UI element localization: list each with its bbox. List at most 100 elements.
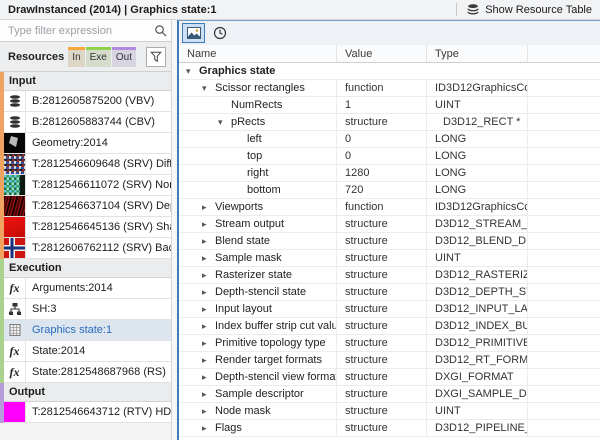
sidebar-item[interactable]: T:2812546637104 (SRV) DepthRT [4,196,171,217]
sidebar-item[interactable]: T:2812606762112 (SRV) Backgrou... [4,238,171,259]
buffer-icon [8,115,22,129]
filter-funnel-button[interactable] [146,47,166,67]
expander-icon[interactable]: ▸ [202,352,215,368]
show-resource-table-button[interactable]: Show Resource Table [466,3,592,16]
diffusert-thumbnail-icon [4,154,25,174]
toggle-out[interactable]: Out [112,47,136,67]
filler-cell [527,369,600,385]
sidebar-item-label: T:2812546645136 (SRV) ShadowPa... [26,217,171,237]
value-cell: structure [336,335,426,351]
sidebar-item-label: SH:3 [26,299,171,319]
type-cell: D3D12_BLEND_DESC [426,233,527,249]
sidebar-item[interactable]: T:2812546609648 (SRV) DiffuseRT [4,154,171,175]
name-cell: right [179,165,336,181]
type-cell: D3D12_INDEX_BUFFE... [426,318,527,334]
funnel-icon [150,51,162,63]
expander-icon[interactable]: ▸ [202,233,215,249]
row-name: Blend state [215,235,270,247]
expander-icon[interactable]: ▸ [202,335,215,351]
sidebar-item[interactable]: fxState:2812548687968 (RS) [4,362,171,383]
table-row[interactable]: ▸Primitive topology type structureD3D12_P… [179,335,600,352]
expander-icon[interactable]: ▾ [218,114,231,130]
table-row[interactable]: ▸Node maskstructureUINT [179,403,600,420]
row-name: Primitive topology type [215,337,326,349]
sidebar-item[interactable]: T:2812546643712 (RTV) HDRRT [4,402,171,423]
sidebar-item[interactable]: Graphics state:1 [4,320,171,341]
table-row[interactable]: ▾Scissor rectanglesfunctionID3D12Graphic… [179,80,600,97]
row-name: Rasterizer state [215,269,292,281]
table-row[interactable]: ▸Index buffer strip cut valuestructureD3… [179,318,600,335]
table-row[interactable]: ▸FlagsstructureD3D12_PIPELINE_STA... [179,420,600,437]
filler-cell [527,199,600,215]
table-row[interactable]: ▸Rasterizer statestructureD3D12_RASTERIZ… [179,267,600,284]
expander-icon[interactable]: ▸ [202,199,215,215]
image-view-button[interactable] [182,23,205,43]
expander-icon[interactable]: ▾ [186,63,199,79]
sidebar-item[interactable]: SH:3 [4,299,171,320]
sidebar-item[interactable]: B:2812605875200 (VBV) [4,91,171,112]
table-row[interactable]: ▾pRectsstructureD3D12_RECT * [179,114,600,131]
table-row[interactable]: right1280LONG [179,165,600,182]
expander-icon[interactable]: ▸ [202,318,215,334]
table-row[interactable]: ▸Render target formatsstructureD3D12_RT_… [179,352,600,369]
sidebar-item-label: T:2812546609648 (SRV) DiffuseRT [26,154,171,174]
toggle-exe[interactable]: Exe [86,47,111,67]
table-row[interactable]: left0LONG [179,131,600,148]
table-row[interactable]: top0LONG [179,148,600,165]
value-cell: structure [336,318,426,334]
sidebar-item[interactable]: T:2812546611072 (SRV) NormalsRT [4,175,171,196]
table-row[interactable]: ▸Depth-stencil statestructureD3D12_DEPTH… [179,284,600,301]
row-name: Depth-stencil state [215,286,306,298]
sidebar-sections: InputB:2812605875200 (VBV)B:281260588374… [0,72,171,423]
table-row[interactable]: NumRects1UINT [179,97,600,114]
sidebar-item[interactable]: T:2812546645136 (SRV) ShadowPa... [4,217,171,238]
expander-icon[interactable]: ▸ [202,216,215,232]
expander-icon[interactable]: ▸ [202,369,215,385]
row-name: Graphics state [199,65,275,77]
table-row[interactable]: ▸Stream outputstructureD3D12_STREAM_OU..… [179,216,600,233]
expander-icon[interactable]: ▾ [202,80,215,96]
resources-sidebar: Resources InExeOut InputB:2812605875200 … [0,20,177,440]
expander-icon[interactable]: ▸ [202,267,215,283]
type-cell: D3D12_INPUT_LAYO... [426,301,527,317]
table-row[interactable]: ▸Input layoutstructureD3D12_INPUT_LAYO..… [179,301,600,318]
column-header-name[interactable]: Name [179,45,336,62]
type-cell: D3D12_PRIMITIVE_T... [426,335,527,351]
table-row[interactable]: ▸Blend statestructureD3D12_BLEND_DESC [179,233,600,250]
table-row[interactable]: ▸Depth-stencil view formatstructureDXGI_… [179,369,600,386]
history-view-button[interactable] [208,23,231,43]
row-name: Node mask [215,405,271,417]
row-name: bottom [247,184,281,196]
table-row[interactable]: ▾Graphics state [179,63,600,80]
column-header-type[interactable]: Type [426,45,527,62]
type-cell: D3D12_RASTERIZER_... [426,267,527,283]
expander-icon[interactable]: ▸ [202,403,215,419]
table-row[interactable]: ▸Sample descriptorstructureDXGI_SAMPLE_D… [179,386,600,403]
table-row[interactable]: ▸Sample maskstructureUINT [179,250,600,267]
column-header-value[interactable]: Value [336,45,426,62]
title-bar-actions: Show Resource Table [456,3,592,16]
filter-input[interactable] [6,24,154,38]
sidebar-item[interactable]: B:2812605883744 (CBV) [4,112,171,133]
table-row[interactable]: bottom720LONG [179,182,600,199]
expander-icon[interactable]: ▸ [202,250,215,266]
sidebar-item[interactable]: Geometry:2014 [4,133,171,154]
grid-icon [8,323,22,337]
divider [456,3,457,16]
expander-icon[interactable]: ▸ [202,301,215,317]
value-cell: 1 [336,97,426,113]
row-name: Viewports [215,201,263,213]
expander-icon[interactable]: ▸ [202,386,215,402]
value-cell: function [336,199,426,215]
table-row[interactable]: ▸ViewportsfunctionID3D12GraphicsCom... [179,199,600,216]
expander-icon[interactable]: ▸ [202,420,215,436]
expander-icon[interactable]: ▸ [202,284,215,300]
name-cell: ▾pRects [179,114,336,130]
function-icon: fx [10,281,20,296]
name-cell: ▸Input layout [179,301,336,317]
sidebar-item[interactable]: fxState:2014 [4,341,171,362]
clock-icon [213,26,227,40]
state-rows: ▾Graphics state▾Scissor rectanglesfuncti… [179,63,600,440]
sidebar-item[interactable]: fxArguments:2014 [4,278,171,299]
toggle-in[interactable]: In [68,47,84,67]
